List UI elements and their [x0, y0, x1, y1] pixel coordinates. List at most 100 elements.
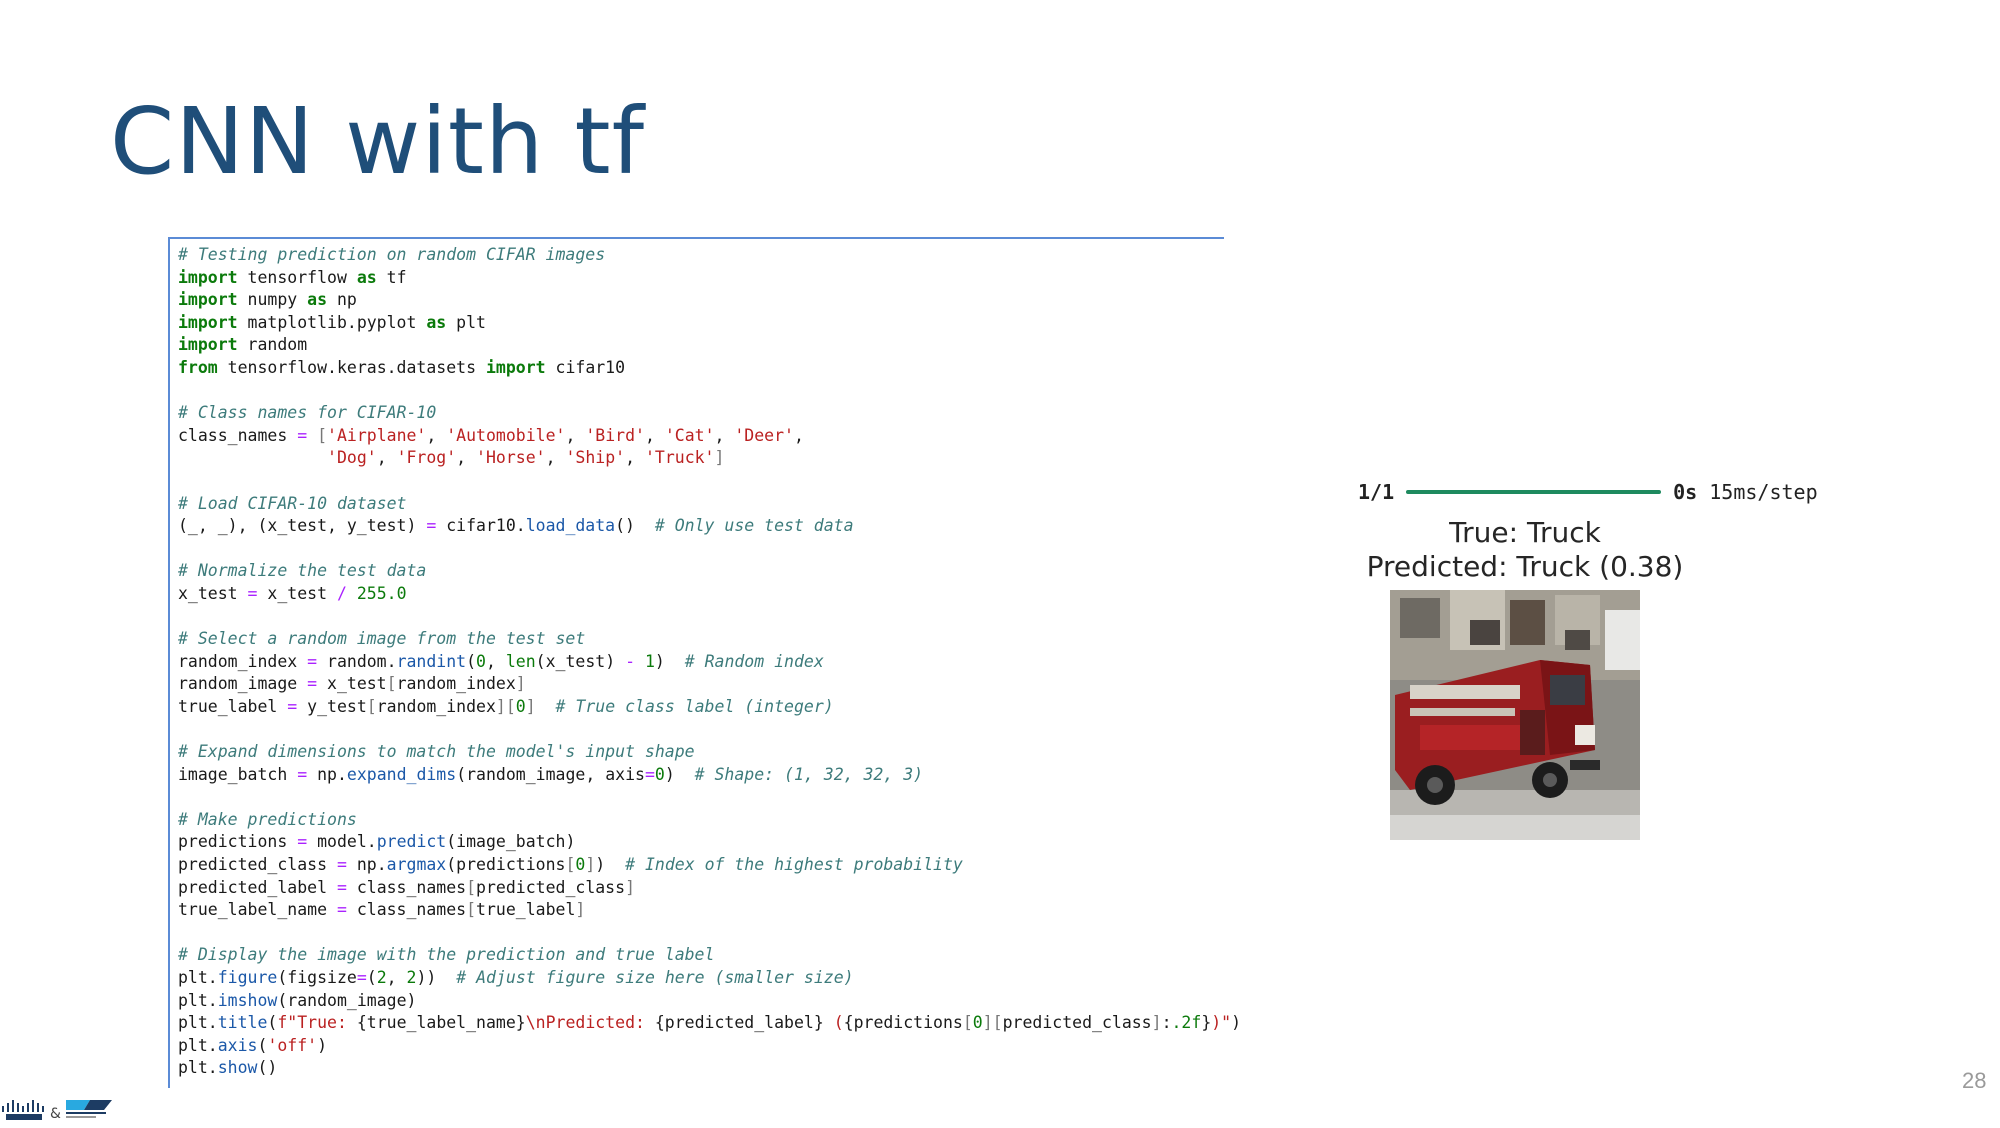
code-token: argmax — [386, 855, 447, 875]
code-line: true_label_name = class_names[true_label… — [178, 900, 585, 919]
code-token: , — [386, 968, 407, 987]
code-token: title — [217, 1013, 268, 1033]
code-token: plt. — [178, 1013, 218, 1033]
code-token: ][ — [495, 696, 516, 716]
code-token: np — [327, 290, 357, 310]
code-line: # Display the image with the prediction … — [178, 945, 714, 964]
progress-step: 1/1 — [1358, 480, 1395, 504]
code-token: import — [178, 267, 238, 287]
code-line: # Normalize the test data — [178, 561, 426, 580]
code-token: , — [545, 448, 566, 468]
code-line: plt.show() — [178, 1058, 277, 1077]
code-token: # Testing prediction on random CIFAR ima… — [178, 245, 606, 264]
figure-title: True: Truck Predicted: Truck (0.38) — [1360, 516, 1690, 584]
code-token: 2 — [406, 968, 417, 987]
code-token: show — [217, 1058, 258, 1078]
code-token: randint — [396, 651, 467, 671]
code-line: plt.title(f"True: {true_label_name}\nPre… — [178, 1013, 1241, 1032]
code-token: # Shape: (1, 32, 32, 3) — [694, 764, 924, 784]
code-token: [ — [962, 1013, 973, 1033]
code-token: figure — [217, 968, 278, 987]
code-line: 'Dog', 'Frog', 'Horse', 'Ship', 'Truck'] — [178, 448, 724, 467]
code-token: random_index — [178, 651, 308, 671]
code-token: random_index — [376, 696, 496, 716]
code-token: = — [297, 764, 308, 784]
code-token: , — [485, 651, 506, 671]
code-token: ) — [595, 855, 626, 875]
code-block[interactable]: # Testing prediction on random CIFAR ima… — [178, 244, 1241, 1080]
cell-output: 1/1 0s 15ms/step True: Truck Predicted: … — [1340, 470, 1860, 850]
code-token: ( — [267, 1013, 278, 1033]
code-token: load_data — [525, 516, 616, 536]
code-token: , — [426, 425, 447, 445]
code-token: , — [793, 425, 804, 445]
code-line: import numpy as np — [178, 290, 357, 309]
footer-logos: & — [0, 1096, 120, 1124]
code-token: 0 — [654, 764, 665, 784]
code-token: = — [287, 696, 298, 716]
code-line: x_test = x_test / 255.0 — [178, 584, 407, 603]
code-token: {predictions — [843, 1013, 963, 1033]
code-token: (random_image, axis — [456, 764, 645, 784]
code-token: plt — [446, 312, 486, 332]
code-token: y_test — [297, 696, 367, 716]
code-token: cifar10. — [436, 516, 526, 536]
slide-title: CNN with tf — [110, 88, 646, 195]
code-token: ) — [654, 651, 685, 671]
code-token: ] — [525, 696, 536, 716]
code-token: as — [426, 312, 447, 332]
code-token: axis — [217, 1035, 258, 1055]
code-token: (_, _), (x_test, y_test) — [178, 516, 427, 536]
code-token: class_names — [346, 900, 467, 920]
code-token: 0 — [575, 855, 586, 875]
code-token: import — [178, 290, 238, 310]
code-line: import random — [178, 335, 307, 354]
svg-text:&: & — [50, 1106, 61, 1122]
code-token: () — [615, 516, 655, 536]
code-token: as — [307, 290, 328, 310]
code-token: x_test — [178, 583, 248, 603]
code-token: plt. — [178, 990, 218, 1010]
code-token: - — [625, 651, 636, 671]
code-token: # Expand dimensions to match the model's… — [178, 742, 695, 762]
code-token: , — [714, 425, 735, 445]
code-token: = — [307, 674, 318, 694]
code-token: ( — [366, 968, 377, 987]
code-token: 0 — [972, 1013, 983, 1033]
code-token: 'Bird' — [585, 425, 645, 445]
code-cell[interactable]: # Testing prediction on random CIFAR ima… — [168, 237, 1241, 1088]
code-token: # Select a random image from the test se… — [178, 629, 586, 649]
code-token: 0 — [515, 696, 526, 716]
code-token: [ — [466, 877, 477, 897]
code-token: 'Ship' — [565, 448, 626, 468]
code-line: (_, _), (x_test, y_test) = cifar10.load_… — [178, 516, 854, 535]
code-line: predicted_label = class_names[predicted_… — [178, 878, 635, 897]
code-line: plt.imshow(random_image) — [178, 991, 416, 1010]
code-token: {predicted_label} — [654, 1013, 824, 1033]
code-token: random_index — [396, 674, 516, 694]
code-token: model. — [307, 832, 377, 852]
code-token: cifar10 — [545, 357, 626, 377]
code-token: # Index of the highest probability — [625, 855, 963, 875]
code-token: ] — [714, 448, 725, 468]
code-line: predictions = model.predict(image_batch) — [178, 832, 575, 851]
code-token: # Load CIFAR-10 dataset — [178, 493, 407, 513]
code-token: ] — [585, 855, 596, 875]
code-token: 2 — [376, 968, 387, 987]
code-token: imshow — [217, 990, 278, 1010]
code-token: true_label — [476, 900, 576, 920]
code-token: 'Cat' — [664, 425, 715, 445]
code-token: import — [178, 335, 238, 355]
code-token: ] — [515, 674, 526, 694]
code-token: ( — [466, 651, 477, 671]
code-token: (x_test) — [535, 651, 626, 671]
code-token: x_test — [257, 583, 337, 603]
code-token: predicted_class — [476, 877, 626, 897]
code-token: ] — [625, 877, 635, 897]
code-token: (predictions — [446, 855, 566, 875]
code-token: import — [485, 357, 546, 377]
code-token: )" — [1211, 1013, 1232, 1033]
